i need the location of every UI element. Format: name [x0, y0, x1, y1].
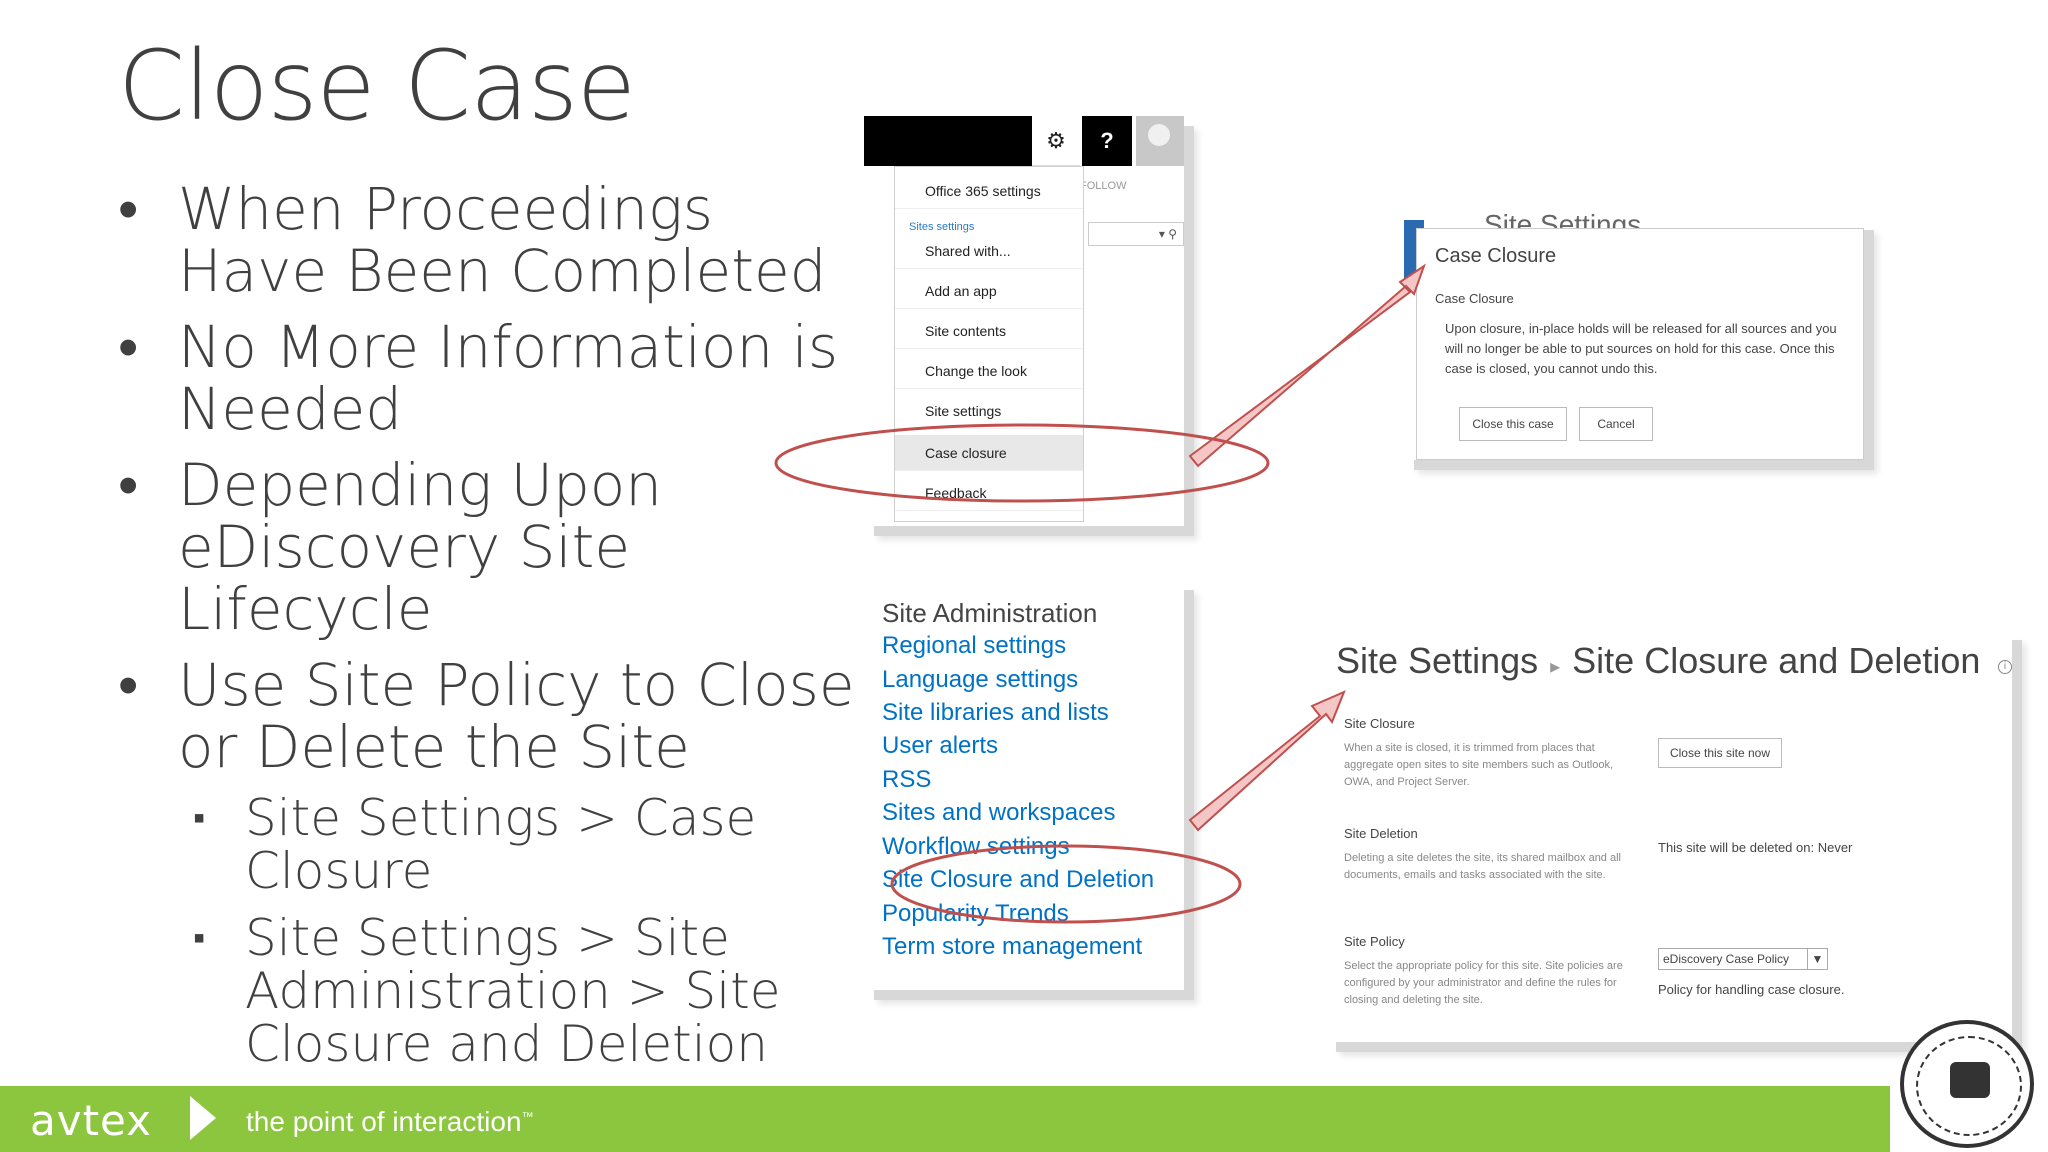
menu-item-office-365-settings[interactable]: Office 365 settings: [895, 173, 1083, 209]
site-policy-description: Select the appropriate policy for this s…: [1344, 960, 1623, 1006]
menu-item-site-contents[interactable]: Site contents: [895, 313, 1083, 349]
site-closure-description: When a site is closed, it is trimmed fro…: [1344, 742, 1614, 788]
arrow-to-site-closure: [1188, 690, 1346, 832]
bullet-list: When Proceedings Have Been Completed No …: [118, 178, 858, 1085]
menu-item-shared-with[interactable]: Shared with...: [895, 233, 1083, 269]
menu-section-sites-settings: Sites settings: [909, 221, 975, 233]
follow-link[interactable]: FOLLOW: [1080, 180, 1126, 192]
gear-icon[interactable]: ⚙: [1032, 116, 1080, 166]
seal-logo: [1900, 1020, 2034, 1148]
cancel-button[interactable]: Cancel: [1579, 407, 1653, 441]
case-closure-screenshot: Site Settings Case Closure Case Closure …: [1404, 209, 1864, 460]
link-popularity-trends[interactable]: Popularity Trends: [882, 900, 1069, 928]
menu-item-add-an-app[interactable]: Add an app: [895, 273, 1083, 309]
site-policy-select[interactable]: eDiscovery Case Policy ▼: [1658, 948, 1828, 970]
site-closure-heading: Site Closure: [1344, 716, 1415, 731]
close-case-button[interactable]: Close this case: [1459, 407, 1567, 441]
deletion-date-value: This site will be deleted on: Never: [1658, 840, 1853, 855]
breadcrumb-separator-icon: ▸: [1550, 656, 1561, 678]
arrow-to-case-closure: [1188, 263, 1426, 468]
settings-menu-screenshot: ⚙ ? FOLLOW ▾ ⚲ Office 365 settings Sites…: [864, 116, 1184, 526]
link-workflow-settings[interactable]: Workflow settings: [882, 833, 1070, 861]
slide-title: Close Case: [118, 30, 636, 142]
bullet-item: No More Information is Needed: [118, 316, 858, 440]
dialog-subtitle: Case Closure: [1435, 291, 1514, 306]
link-user-alerts[interactable]: User alerts: [882, 732, 998, 760]
footer-bar: avtex the point of interaction™: [0, 1086, 1890, 1152]
tagline-text: the point of interaction: [246, 1106, 522, 1137]
logo-chevron-icon: [190, 1096, 216, 1140]
sub-bullet-item: Site Settings > Case Closure: [193, 792, 845, 898]
suite-bar: ⚙ ?: [864, 116, 1184, 166]
bullet-item: Use Site Policy to Close or Delete the S…: [118, 654, 858, 778]
background-page-title: Site Settings: [1484, 209, 1642, 228]
menu-item-case-closure[interactable]: Case closure: [895, 435, 1083, 471]
link-regional-settings[interactable]: Regional settings: [882, 632, 1066, 660]
link-sites-and-workspaces[interactable]: Sites and workspaces: [882, 799, 1115, 827]
case-closure-dialog: Case Closure Case Closure Upon closure, …: [1416, 228, 1864, 460]
site-deletion-description: Deleting a site deletes the site, its sh…: [1344, 852, 1621, 881]
tagline: the point of interaction™: [246, 1106, 534, 1138]
breadcrumb-current-page: Site Closure and Deletion: [1572, 640, 1981, 681]
site-deletion-heading: Site Deletion: [1344, 826, 1418, 841]
site-closure-screenshot: Site Settings ▸ Site Closure and Deletion …: [1326, 630, 2012, 1042]
link-site-libraries-and-lists[interactable]: Site libraries and lists: [882, 699, 1109, 727]
link-rss[interactable]: RSS: [882, 766, 931, 794]
link-term-store-management[interactable]: Term store management: [882, 933, 1142, 961]
close-site-now-button[interactable]: Close this site now: [1658, 738, 1782, 768]
bullet-item: Depending Upon eDiscovery Site Lifecycle: [118, 454, 858, 640]
chevron-down-icon[interactable]: ▼: [1807, 949, 1827, 969]
avatar[interactable]: [1136, 116, 1184, 166]
trademark-mark: ™: [521, 1109, 534, 1124]
bag-icon: [1950, 1062, 1990, 1098]
site-administration-heading: Site Administration: [882, 598, 1098, 628]
bullet-item: When Proceedings Have Been Completed: [118, 178, 858, 302]
search-dropdown[interactable]: ▾ ⚲: [1088, 222, 1184, 246]
link-site-closure-and-deletion[interactable]: Site Closure and Deletion: [882, 866, 1154, 894]
breadcrumb-site-settings[interactable]: Site Settings: [1336, 640, 1538, 681]
link-language-settings[interactable]: Language settings: [882, 666, 1078, 694]
menu-item-feedback[interactable]: Feedback: [895, 475, 1083, 511]
avtex-logo: avtex: [30, 1096, 153, 1145]
help-button[interactable]: ?: [1082, 116, 1132, 166]
suite-bar-brand: [864, 116, 1032, 166]
dialog-message: Upon closure, in-place holds will be rel…: [1445, 321, 1837, 376]
dialog-title: Case Closure: [1435, 245, 1557, 267]
site-administration-screenshot: Site Administration Regional settings La…: [864, 580, 1184, 990]
page-title: Site Settings ▸ Site Closure and Deletion: [1336, 640, 1980, 682]
menu-item-site-settings[interactable]: Site settings: [895, 393, 1083, 429]
site-policy-selected-value: eDiscovery Case Policy: [1663, 952, 1790, 966]
settings-menu: Office 365 settings Sites settings Share…: [894, 166, 1084, 522]
sub-bullet-item: Site Settings > Site Administration > Si…: [193, 912, 845, 1071]
policy-description-value: Policy for handling case closure.: [1658, 982, 1845, 997]
site-policy-heading: Site Policy: [1344, 934, 1405, 949]
menu-item-change-the-look[interactable]: Change the look: [895, 353, 1083, 389]
info-icon[interactable]: i: [1998, 660, 2012, 674]
